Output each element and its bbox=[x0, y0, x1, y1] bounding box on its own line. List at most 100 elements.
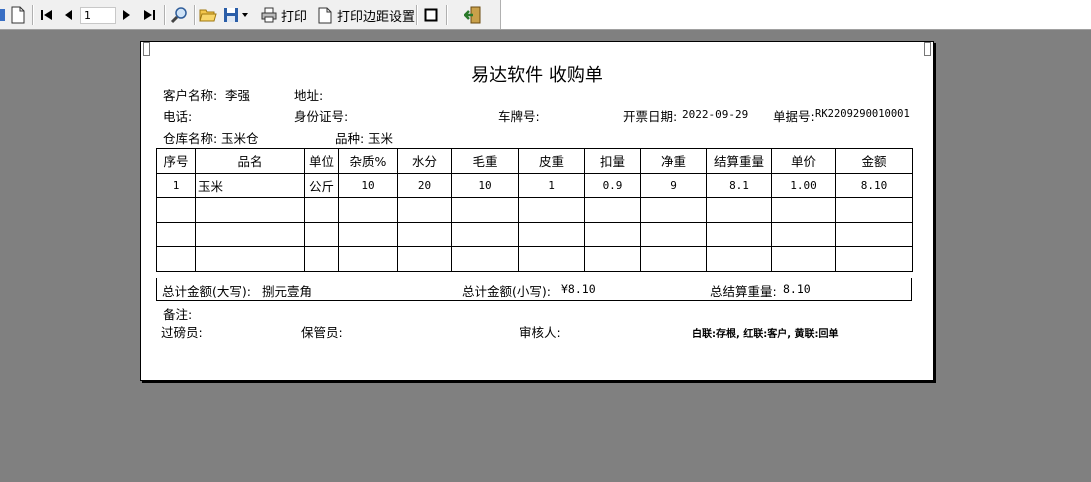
table-cell bbox=[835, 197, 913, 223]
save-icon[interactable] bbox=[223, 0, 239, 30]
table-row: 1 玉米 公斤 10 20 10 1 0.9 9 8.1 1.00 8.10 bbox=[156, 172, 913, 198]
print-label: 打印 bbox=[281, 9, 308, 25]
keeper-label: 保管员: bbox=[301, 325, 343, 340]
toolbar-empty-area bbox=[500, 0, 1091, 29]
print-button[interactable]: 打印 bbox=[261, 0, 307, 30]
table-cell bbox=[706, 246, 772, 272]
table-cell bbox=[640, 197, 707, 223]
table-row bbox=[156, 197, 913, 223]
table-cell: 玉米 bbox=[195, 172, 305, 198]
next-page-icon[interactable] bbox=[121, 0, 131, 30]
table-cell bbox=[706, 221, 772, 247]
table-cell bbox=[584, 246, 641, 272]
totals-row: 总计金额(大写): 捌元壹角 总计金额(小写): ¥8.10 总结算重量: 8.… bbox=[156, 278, 912, 301]
table-cell: 8.10 bbox=[835, 172, 913, 198]
page-number-input[interactable] bbox=[80, 7, 116, 24]
first-page-icon[interactable] bbox=[40, 0, 54, 30]
margin-handle-left[interactable] bbox=[143, 42, 150, 56]
table-cell: 0.9 bbox=[584, 172, 641, 198]
table-cell bbox=[771, 246, 836, 272]
total-weight-label: 总结算重量: bbox=[710, 284, 777, 299]
table-row bbox=[156, 221, 913, 247]
invoice-date-value: 2022-09-29 bbox=[682, 108, 749, 121]
table-cell bbox=[195, 246, 305, 272]
table-cell bbox=[338, 246, 398, 272]
table-cell bbox=[338, 197, 398, 223]
table-header-cell: 单价 bbox=[771, 148, 836, 174]
page-setup-icon bbox=[318, 7, 332, 24]
print-margin-label: 打印边距设置 bbox=[337, 9, 416, 25]
table-cell bbox=[304, 197, 339, 223]
table-cell bbox=[451, 221, 519, 247]
document-title: 易达软件 收购单 bbox=[471, 65, 603, 86]
table-header-cell: 金额 bbox=[835, 148, 913, 174]
zoom-icon[interactable] bbox=[170, 0, 188, 30]
save-dropdown-icon[interactable] bbox=[242, 0, 248, 30]
weigher-label: 过磅员: bbox=[161, 325, 203, 340]
table-cell bbox=[771, 197, 836, 223]
warehouse-value: 玉米仓 bbox=[221, 131, 259, 146]
table-cell bbox=[304, 246, 339, 272]
print-margin-settings-button[interactable]: 打印边距设置 bbox=[318, 0, 415, 30]
margin-handle-right[interactable] bbox=[924, 42, 931, 56]
customer-name-value: 李强 bbox=[225, 88, 251, 103]
table-cell bbox=[706, 197, 772, 223]
total-upper-value: 捌元壹角 bbox=[262, 284, 313, 299]
invoice-date-label: 开票日期: bbox=[623, 109, 678, 124]
table-header-cell: 水分 bbox=[397, 148, 452, 174]
phone-label: 电话: bbox=[163, 109, 193, 124]
bill-number-value: RK2209290010001 bbox=[815, 108, 910, 120]
table-cell bbox=[156, 221, 196, 247]
remark-label: 备注: bbox=[163, 307, 193, 322]
table-cell bbox=[518, 197, 585, 223]
items-table: 序号 品名 单位 杂质% 水分 毛重 皮重 扣量 净重 结算重量 单价 金额 1 玉米 公斤 10 20 10 1 0… bbox=[156, 148, 913, 272]
table-header-cell: 毛重 bbox=[451, 148, 519, 174]
exit-icon[interactable] bbox=[464, 0, 482, 30]
table-cell bbox=[518, 221, 585, 247]
table-cell bbox=[584, 197, 641, 223]
table-cell: 1 bbox=[518, 172, 585, 198]
warehouse-label: 仓库名称: bbox=[163, 131, 218, 146]
table-cell: 10 bbox=[338, 172, 398, 198]
total-weight-value: 8.10 bbox=[783, 282, 811, 296]
preview-toolbar: 打印 打印边距设置 bbox=[0, 0, 1091, 30]
toolbar-partial-icon bbox=[0, 0, 6, 30]
table-cell bbox=[451, 246, 519, 272]
table-cell: 20 bbox=[397, 172, 452, 198]
table-cell: 9 bbox=[640, 172, 707, 198]
total-upper-label: 总计金额(大写): bbox=[162, 284, 251, 299]
id-number-label: 身份证号: bbox=[294, 109, 349, 124]
table-cell: 1.00 bbox=[771, 172, 836, 198]
table-cell bbox=[835, 246, 913, 272]
copies-note: 白联:存根, 红联:客户, 黄联:回单 bbox=[692, 329, 839, 340]
table-cell bbox=[640, 221, 707, 247]
prev-page-icon[interactable] bbox=[63, 0, 73, 30]
table-cell bbox=[195, 197, 305, 223]
stop-icon[interactable] bbox=[424, 0, 438, 30]
total-lower-label: 总计金额(小写): bbox=[462, 284, 551, 299]
table-header-row: 序号 品名 单位 杂质% 水分 毛重 皮重 扣量 净重 结算重量 单价 金额 bbox=[156, 148, 913, 174]
total-lower-value: ¥8.10 bbox=[561, 282, 596, 296]
printer-icon bbox=[261, 7, 277, 23]
table-cell bbox=[835, 221, 913, 247]
variety-label: 品种: bbox=[335, 131, 365, 146]
new-page-icon[interactable] bbox=[10, 0, 26, 30]
table-cell bbox=[518, 246, 585, 272]
table-cell bbox=[195, 221, 305, 247]
table-cell bbox=[156, 197, 196, 223]
table-cell bbox=[397, 246, 452, 272]
table-cell: 1 bbox=[156, 172, 196, 198]
last-page-icon[interactable] bbox=[142, 0, 156, 30]
table-cell: 公斤 bbox=[304, 172, 339, 198]
table-cell bbox=[771, 221, 836, 247]
table-cell: 8.1 bbox=[706, 172, 772, 198]
customer-name-label: 客户名称: bbox=[163, 88, 218, 103]
table-header-cell: 品名 bbox=[195, 148, 305, 174]
table-cell bbox=[304, 221, 339, 247]
address-label: 地址: bbox=[294, 88, 324, 103]
table-cell bbox=[338, 221, 398, 247]
auditor-label: 审核人: bbox=[519, 325, 561, 340]
table-cell bbox=[397, 197, 452, 223]
open-folder-icon[interactable] bbox=[199, 0, 217, 30]
plate-number-label: 车牌号: bbox=[498, 109, 540, 124]
